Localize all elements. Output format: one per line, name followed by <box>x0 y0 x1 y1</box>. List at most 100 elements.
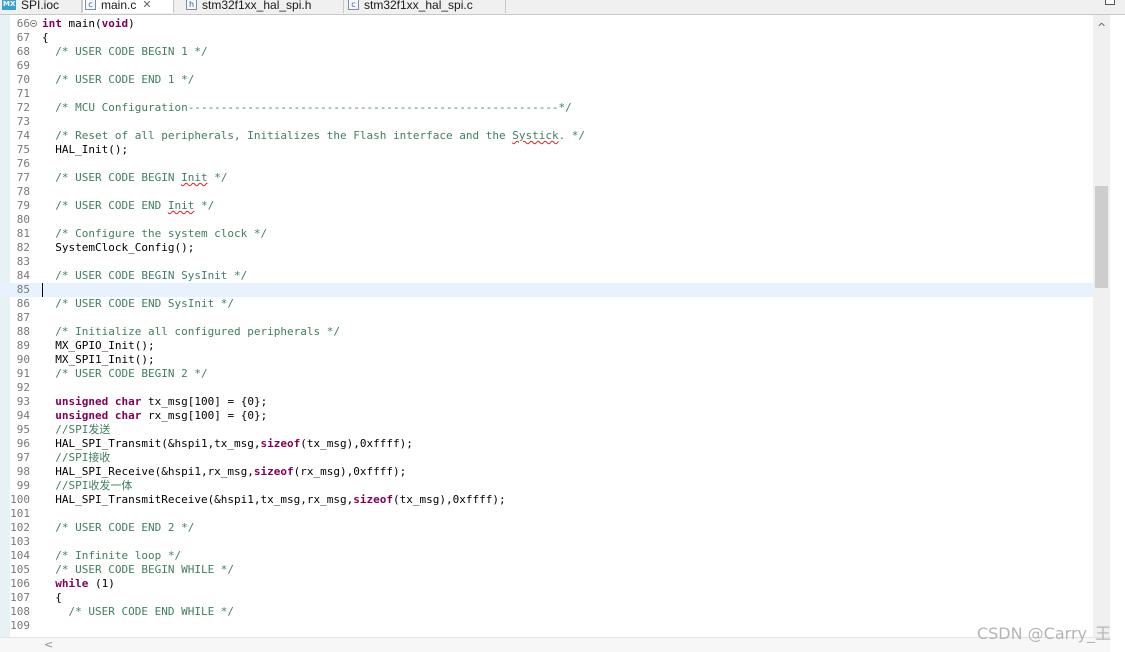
line-number: 94 <box>16 409 30 422</box>
comment-token: /* MCU Configuration--------------------… <box>42 101 572 114</box>
code-line[interactable]: 80 <box>0 213 1093 227</box>
keyword-token: int <box>42 17 62 30</box>
code-line[interactable]: 85 <box>0 283 1093 297</box>
code-line[interactable]: 82 SystemClock_Config(); <box>0 241 1093 255</box>
comment-token: //SPI发送 <box>42 423 111 436</box>
tab-label: stm32f1xx_hal_spi.h <box>202 0 312 12</box>
code-line[interactable]: 105 /* USER CODE BEGIN WHILE */ <box>0 563 1093 577</box>
code-line[interactable]: 83 <box>0 255 1093 269</box>
code-line[interactable]: 87 <box>0 311 1093 325</box>
code-line[interactable]: 71 <box>0 87 1093 101</box>
code-token: { <box>42 591 62 604</box>
comment-token: //SPI接收 <box>42 451 111 464</box>
code-text: /* USER CODE END WHILE */ <box>42 605 234 619</box>
code-line[interactable]: 103 <box>0 535 1093 549</box>
code-line[interactable]: 97 //SPI接收 <box>0 451 1093 465</box>
code-token: rx_msg[100] = {0}; <box>141 409 268 422</box>
code-line[interactable]: 102 /* USER CODE END 2 */ <box>0 521 1093 535</box>
code-lines[interactable]: 66 int main(void) 67 {68 /* USER CODE BEGIN… <box>0 17 1093 633</box>
line-number: 67 <box>16 31 30 44</box>
code-text: MX_SPI1_Init(); <box>42 353 154 367</box>
scroll-left-icon[interactable]: < <box>44 638 53 651</box>
line-number: 82 <box>16 241 30 254</box>
code-line[interactable]: 67 { <box>0 31 1093 45</box>
code-line[interactable]: 92 <box>0 381 1093 395</box>
line-number: 71 <box>16 87 30 100</box>
code-line[interactable]: 100 HAL_SPI_TransmitReceive(&hspi1,tx_ms… <box>0 493 1093 507</box>
tab-stm32f1xx-hal-spi-c[interactable]: c stm32f1xx_hal_spi.c <box>346 0 506 13</box>
line-number: 73 <box>16 115 30 128</box>
code-line[interactable]: 109 <box>0 619 1093 633</box>
code-text: //SPI收发一体 <box>42 479 132 493</box>
code-token: ) <box>128 17 135 30</box>
code-line[interactable]: 104 /* Infinite loop */ <box>0 549 1093 563</box>
keyword-token: while <box>55 577 89 590</box>
line-number: 109 <box>10 619 30 632</box>
code-token: HAL_SPI_Receive(&hspi1,rx_msg, <box>42 465 254 478</box>
comment-token: /* USER CODE END <box>42 199 168 212</box>
line-number: 68 <box>16 45 30 58</box>
code-line[interactable]: 72 /* MCU Configuration-----------------… <box>0 101 1093 115</box>
code-text: /* Initialize all configured peripherals… <box>42 325 340 339</box>
code-line[interactable]: 69 <box>0 59 1093 73</box>
line-number: 78 <box>16 185 30 198</box>
comment-token: /* USER CODE BEGIN SysInit */ <box>42 269 248 282</box>
code-line[interactable]: 81 /* Configure the system clock */ <box>0 227 1093 241</box>
line-number: 91 <box>16 367 30 380</box>
line-number: 106 <box>10 577 30 590</box>
code-line[interactable]: 96 HAL_SPI_Transmit(&hspi1,tx_msg,sizeof… <box>0 437 1093 451</box>
line-number: 89 <box>16 339 30 352</box>
line-number: 75 <box>16 143 30 156</box>
code-line[interactable]: 93 unsigned char tx_msg[100] = {0}; <box>0 395 1093 409</box>
scroll-up-icon[interactable]: ^ <box>1097 21 1106 34</box>
code-line[interactable]: 75 HAL_Init(); <box>0 143 1093 157</box>
code-token: (tx_msg),0xffff); <box>393 493 506 506</box>
line-number: 102 <box>10 521 30 534</box>
code-line[interactable]: 78 <box>0 185 1093 199</box>
code-line[interactable]: 106 while (1) <box>0 577 1093 591</box>
restore-window-icon[interactable] <box>1105 0 1115 5</box>
code-line[interactable]: 68 /* USER CODE BEGIN 1 */ <box>0 45 1093 59</box>
tab-stm32f1xx-hal-spi-h[interactable]: h stm32f1xx_hal_spi.h <box>184 0 344 13</box>
comment-token: /* USER CODE END SysInit */ <box>42 297 235 310</box>
line-number: 93 <box>16 395 30 408</box>
code-line[interactable]: 98 HAL_SPI_Receive(&hspi1,rx_msg,sizeof(… <box>0 465 1093 479</box>
code-line[interactable]: 107 { <box>0 591 1093 605</box>
code-text: /* Configure the system clock */ <box>42 227 267 241</box>
code-text: HAL_SPI_TransmitReceive(&hspi1,tx_msg,rx… <box>42 493 506 507</box>
comment-token: //SPI收发一体 <box>42 479 133 492</box>
line-number: 108 <box>10 605 30 618</box>
code-line[interactable]: 90 MX_SPI1_Init(); <box>0 353 1093 367</box>
tab-main-c[interactable]: c main.c ✕ <box>82 0 174 13</box>
horizontal-scrollbar[interactable]: < <box>0 637 1110 652</box>
comment-token: /* USER CODE END 1 */ <box>42 73 195 86</box>
code-line[interactable]: 76 <box>0 157 1093 171</box>
code-line[interactable]: 77 /* USER CODE BEGIN Init */ <box>0 171 1093 185</box>
code-line[interactable]: 66 int main(void) <box>0 17 1093 31</box>
code-line[interactable]: 79 /* USER CODE END Init */ <box>0 199 1093 213</box>
code-line[interactable]: 101 <box>0 507 1093 521</box>
line-number: 100 <box>10 493 30 506</box>
fold-collapse-icon[interactable] <box>30 20 37 27</box>
code-line[interactable]: 94 unsigned char rx_msg[100] = {0}; <box>0 409 1093 423</box>
comment-token: . */ <box>558 129 586 142</box>
code-line[interactable]: 89 MX_GPIO_Init(); <box>0 339 1093 353</box>
code-line[interactable]: 95 //SPI发送 <box>0 423 1093 437</box>
h-header-file-icon: h <box>186 0 197 10</box>
code-text: /* USER CODE END 2 */ <box>42 521 194 535</box>
tab-spi-ioc[interactable]: MX SPI.ioc <box>0 0 82 13</box>
code-line[interactable]: 108 /* USER CODE END WHILE */ <box>0 605 1093 619</box>
code-line[interactable]: 88 /* Initialize all configured peripher… <box>0 325 1093 339</box>
code-editor[interactable]: 66 int main(void) 67 {68 /* USER CODE BEGIN… <box>0 15 1093 637</box>
vertical-scroll-thumb[interactable] <box>1095 186 1108 288</box>
code-line[interactable]: 99 //SPI收发一体 <box>0 479 1093 493</box>
code-line[interactable]: 84 /* USER CODE BEGIN SysInit */ <box>0 269 1093 283</box>
code-text: HAL_Init(); <box>42 143 128 157</box>
code-line[interactable]: 86 /* USER CODE END SysInit */ <box>0 297 1093 311</box>
code-line[interactable]: 70 /* USER CODE END 1 */ <box>0 73 1093 87</box>
vertical-scrollbar[interactable]: ^ <box>1093 15 1110 637</box>
code-line[interactable]: 91 /* USER CODE BEGIN 2 */ <box>0 367 1093 381</box>
code-line[interactable]: 73 <box>0 115 1093 129</box>
code-line[interactable]: 74 /* Reset of all peripherals, Initiali… <box>0 129 1093 143</box>
close-icon[interactable]: ✕ <box>142 0 151 11</box>
